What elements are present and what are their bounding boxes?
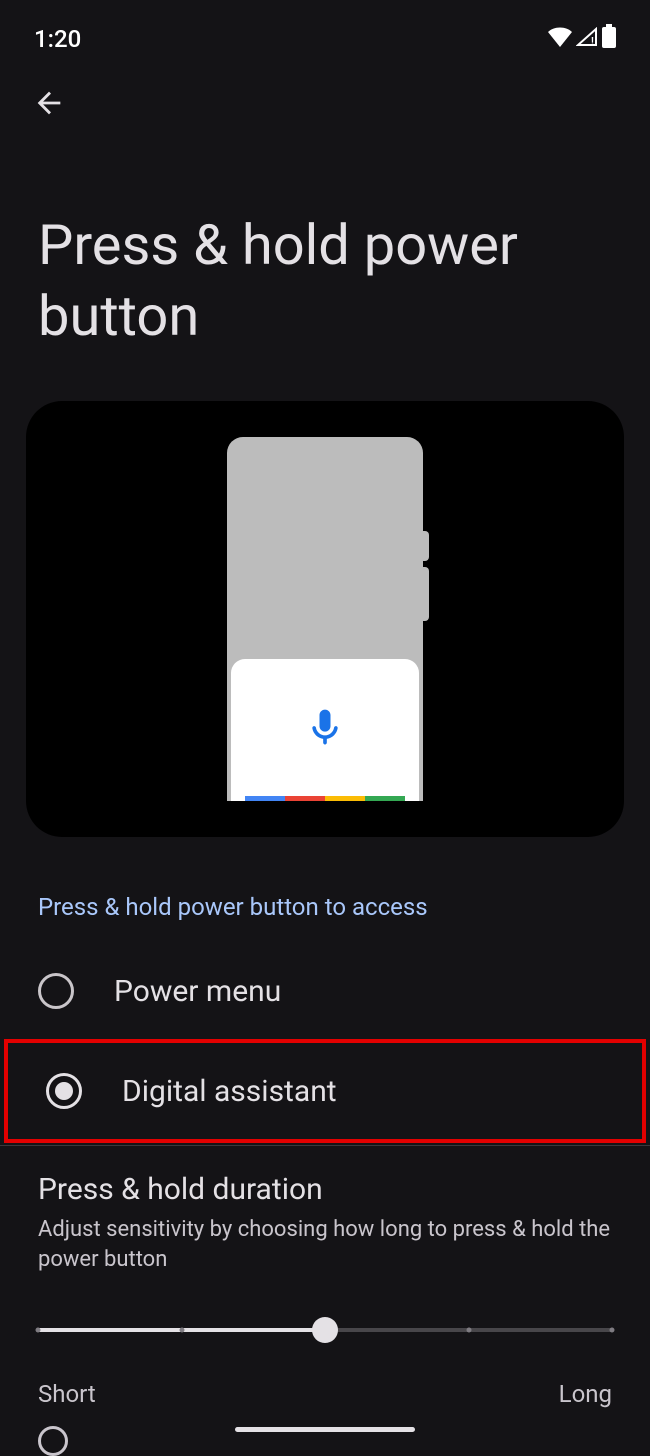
page-title: Press & hold power button — [0, 120, 650, 401]
slider-min-label: Short — [38, 1380, 96, 1408]
arrow-left-icon — [32, 86, 66, 120]
status-icons: ! — [548, 24, 616, 54]
assistant-panel-illustration — [231, 659, 419, 801]
radio-icon — [38, 973, 74, 1009]
signal-icon: ! — [576, 25, 598, 53]
highlight-box: Digital assistant — [4, 1039, 646, 1143]
back-button[interactable] — [0, 62, 650, 120]
status-bar: 1:20 ! — [0, 0, 650, 62]
microphone-icon — [303, 706, 347, 754]
duration-title: Press & hold duration — [38, 1172, 612, 1207]
option-label: Digital assistant — [122, 1074, 337, 1109]
nav-indicator[interactable] — [235, 1427, 415, 1432]
battery-icon — [602, 24, 616, 54]
duration-description: Adjust sensitivity by choosing how long … — [38, 1215, 612, 1274]
phone-illustration — [227, 437, 423, 801]
duration-slider[interactable] — [38, 1318, 612, 1342]
slider-thumb[interactable] — [312, 1317, 338, 1343]
slider-max-label: Long — [559, 1380, 612, 1408]
radio-icon-selected — [46, 1073, 82, 1109]
svg-text:!: ! — [591, 35, 594, 47]
illustration — [26, 401, 624, 837]
option-label: Power menu — [114, 974, 281, 1009]
option-power-menu[interactable]: Power menu — [0, 943, 650, 1039]
wifi-icon — [548, 25, 572, 53]
status-time: 1:20 — [34, 25, 81, 53]
info-icon[interactable] — [38, 1426, 68, 1456]
section-label: Press & hold power button to access — [0, 837, 650, 943]
option-digital-assistant[interactable]: Digital assistant — [8, 1043, 642, 1139]
